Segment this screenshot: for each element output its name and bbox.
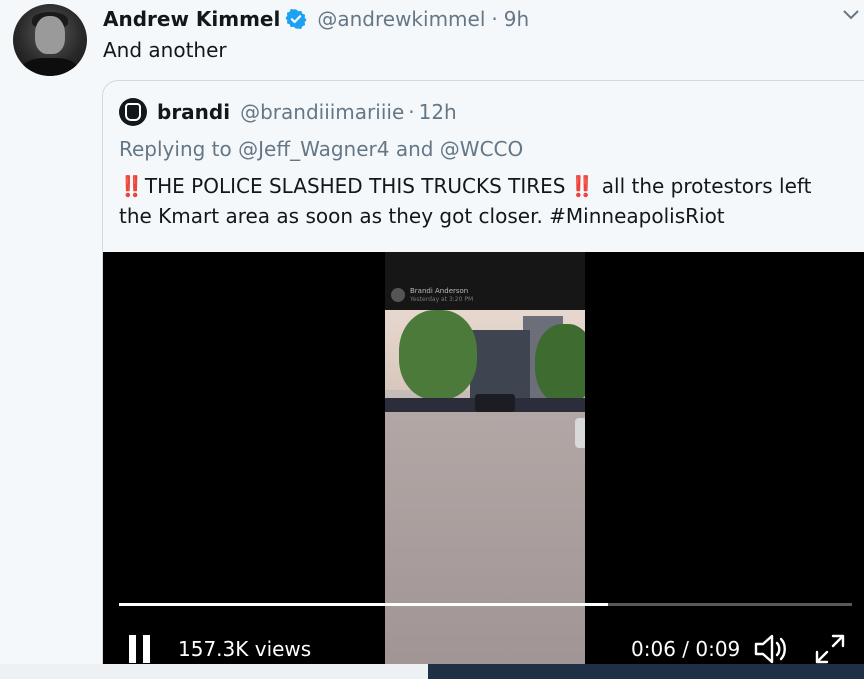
quoted-tweet-text: ‼️ THE POLICE SLASHED THIS TRUCKS TIRES ‼️…	[119, 171, 839, 231]
author-avatar[interactable]	[13, 4, 87, 76]
scene-tree	[535, 324, 585, 404]
pause-bar	[129, 635, 136, 663]
scene-building	[470, 330, 530, 402]
embedded-header: Brandi Anderson Yesterday at 3:20 PM	[385, 252, 585, 310]
embedded-subtitle: Yesterday at 3:20 PM	[410, 296, 474, 303]
pause-icon[interactable]	[129, 635, 151, 663]
raised-fist-icon	[125, 103, 141, 121]
scene-tree	[399, 310, 477, 400]
taskbar-left	[0, 664, 428, 679]
tweet-text: And another	[103, 38, 227, 62]
video-frame: Brandi Anderson Yesterday at 3:20 PM	[385, 252, 585, 679]
tweet-timestamp[interactable]: 9h	[504, 7, 529, 31]
quoted-author-avatar	[119, 98, 147, 126]
author-name[interactable]: Andrew Kimmel	[103, 7, 280, 31]
embedded-author: Brandi Anderson	[410, 287, 469, 295]
quoted-author-name: brandi	[157, 100, 231, 124]
video-time: 0:06 / 0:09	[631, 637, 741, 661]
fullscreen-icon[interactable]	[814, 633, 846, 665]
tweet-screen: Andrew Kimmel @andrewkimmel · 9h And ano…	[0, 0, 864, 679]
scene-parking-lot	[385, 412, 585, 679]
chevron-down-icon[interactable]	[842, 8, 860, 22]
tweet-header: Andrew Kimmel @andrewkimmel · 9h	[103, 6, 529, 32]
video-progress-bar[interactable]	[119, 603, 852, 606]
quoted-tweet-card[interactable]: brandi @brandiiimariiie · 12h Replying t…	[102, 80, 864, 679]
video-scene	[385, 310, 585, 679]
view-count: 157.3K views	[178, 637, 312, 661]
avatar-shirt	[21, 58, 79, 76]
scene-car	[575, 418, 585, 448]
taskbar-right	[428, 664, 864, 679]
avatar-face	[35, 16, 65, 54]
quoted-timestamp: 12h	[418, 100, 457, 124]
replying-to: Replying to @Jeff_Wagner4 and @WCCO	[119, 137, 524, 161]
volume-icon[interactable]	[753, 633, 789, 665]
separator-dot: ·	[408, 100, 415, 124]
author-handle[interactable]: @andrewkimmel	[317, 7, 485, 31]
quoted-tweet-header: brandi @brandiiimariiie · 12h	[119, 98, 457, 126]
double-exclamation-emoji: ‼️	[569, 174, 595, 198]
video-player[interactable]: Brandi Anderson Yesterday at 3:20 PM 157…	[103, 252, 864, 679]
pause-bar	[143, 635, 150, 663]
double-exclamation-emoji: ‼️	[119, 174, 144, 198]
scene-truck	[475, 394, 515, 412]
video-progress-fill	[119, 603, 608, 606]
quoted-author-handle: @brandiiimariiie	[240, 100, 405, 124]
verified-badge-icon	[285, 9, 307, 29]
separator-dot: ·	[491, 7, 498, 31]
quoted-text-part1: THE POLICE SLASHED THIS TRUCKS TIRES	[144, 174, 566, 198]
embedded-avatar	[391, 288, 405, 302]
